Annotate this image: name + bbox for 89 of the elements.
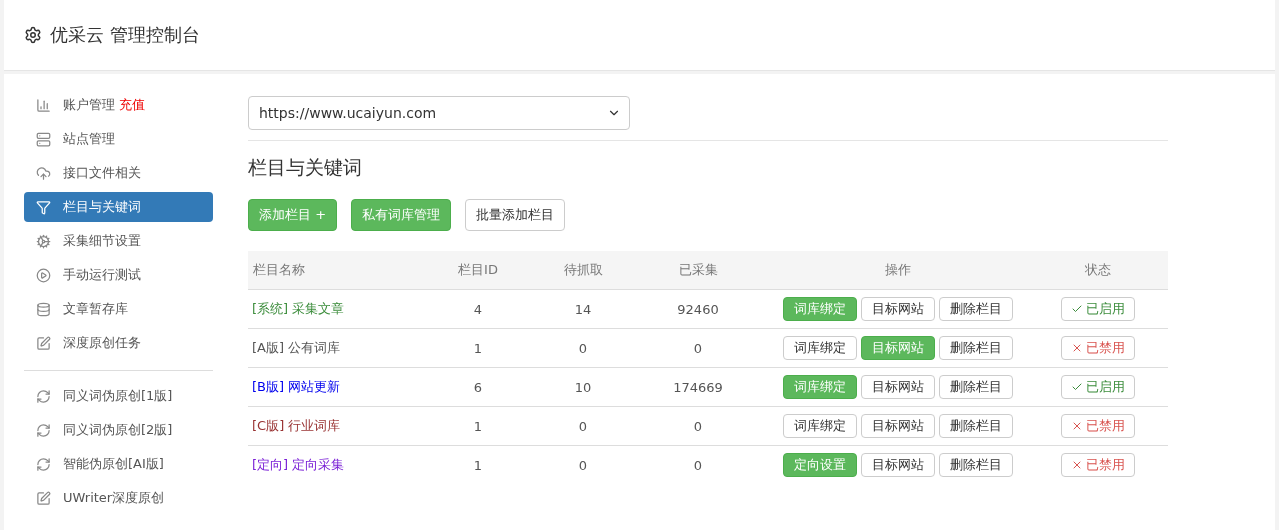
sidebar-item[interactable]: UWriter深度原创	[24, 483, 213, 513]
status-button[interactable]: 已禁用	[1061, 336, 1135, 360]
status-button[interactable]: 已禁用	[1061, 453, 1135, 477]
action-button[interactable]: 词库绑定	[783, 414, 857, 438]
column-header: 状态	[1028, 251, 1168, 289]
sidebar-item[interactable]: 账户管理 充值	[24, 90, 213, 120]
action-button[interactable]: 删除栏目	[939, 297, 1013, 321]
table-cell: 92460	[628, 289, 768, 328]
section-title: 栏目与关键词	[248, 155, 363, 180]
status-button[interactable]: 已启用	[1061, 297, 1135, 321]
table-cell: 0	[628, 445, 768, 484]
gear-icon	[36, 233, 51, 249]
edit-icon	[36, 335, 51, 351]
sidebar-label: 同义词伪原创[1版]	[63, 387, 173, 405]
column-header: 栏目名称	[248, 251, 418, 289]
column-link[interactable]: [定向] 定向采集	[252, 456, 345, 474]
sidebar-item[interactable]: 采集细节设置	[24, 226, 213, 256]
page-title: 优采云 管理控制台	[50, 23, 200, 47]
sidebar-item[interactable]: 同义词伪原创[1版]	[24, 381, 213, 411]
sidebar-label: UWriter深度原创	[63, 489, 165, 507]
server-icon	[36, 131, 51, 147]
sidebar-item[interactable]: 同义词伪原创[2版]	[24, 415, 213, 445]
table-cell: 0	[538, 406, 628, 445]
sidebar-item[interactable]: 文章暂存库	[24, 294, 213, 324]
edit-icon	[36, 490, 51, 506]
action-button[interactable]: 目标网站	[861, 297, 935, 321]
table-cell: 10	[538, 367, 628, 406]
status-button[interactable]: 已禁用	[1061, 414, 1135, 438]
cloud-upload-icon	[36, 165, 51, 181]
action-button[interactable]: 删除栏目	[939, 414, 1013, 438]
cross-icon	[1071, 342, 1083, 354]
table-cell: 0	[538, 328, 628, 367]
sidebar-label: 账户管理 充值	[63, 96, 145, 114]
table-cell: 4	[418, 289, 538, 328]
table-cell: 174669	[628, 367, 768, 406]
check-icon	[1071, 303, 1083, 315]
action-button[interactable]: 目标网站	[861, 414, 935, 438]
sidebar-label: 深度原创任务	[63, 334, 141, 352]
play-icon	[36, 267, 51, 283]
action-button[interactable]: 目标网站	[861, 375, 935, 399]
sidebar-item[interactable]: 栏目与关键词	[24, 192, 213, 222]
table-cell: 0	[538, 445, 628, 484]
chart-icon	[36, 97, 51, 113]
toolbar-button[interactable]: 批量添加栏目	[465, 199, 566, 231]
recharge-link[interactable]: 充值	[119, 97, 145, 112]
filter-icon	[36, 199, 51, 215]
sidebar-item[interactable]: 站点管理	[24, 124, 213, 154]
table-cell: 0	[628, 328, 768, 367]
table-cell: 6	[418, 367, 538, 406]
table-cell: 1	[418, 328, 538, 367]
table-cell: 14	[538, 289, 628, 328]
action-button[interactable]: 删除栏目	[939, 375, 1013, 399]
sidebar-item[interactable]: 智能伪原创[AI版]	[24, 449, 213, 479]
column-link[interactable]: [A版] 公有词库	[252, 339, 341, 357]
column-header: 待抓取	[538, 251, 628, 289]
sidebar-label: 文章暂存库	[63, 300, 128, 318]
table-cell: 1	[418, 445, 538, 484]
sidebar-label: 同义词伪原创[2版]	[63, 421, 173, 439]
sidebar-label: 站点管理	[63, 130, 115, 148]
cross-icon	[1071, 420, 1083, 432]
status-button[interactable]: 已启用	[1061, 375, 1135, 399]
sidebar-item[interactable]: 接口文件相关	[24, 158, 213, 188]
cross-icon	[1071, 459, 1083, 471]
action-button[interactable]: 删除栏目	[939, 453, 1013, 477]
settings-icon	[24, 26, 42, 44]
column-header: 操作	[768, 251, 1028, 289]
table-cell: 1	[418, 406, 538, 445]
sidebar-item[interactable]: 深度原创任务	[24, 328, 213, 358]
sidebar-label: 智能伪原创[AI版]	[63, 455, 164, 473]
column-link[interactable]: [B版] 网站更新	[252, 378, 341, 396]
action-button[interactable]: 词库绑定	[783, 336, 857, 360]
column-link[interactable]: [系统] 采集文章	[252, 300, 345, 318]
refresh-icon	[36, 456, 51, 472]
sidebar-item[interactable]: 手动运行测试	[24, 260, 213, 290]
action-button[interactable]: 删除栏目	[939, 336, 1013, 360]
sidebar-label: 手动运行测试	[63, 266, 141, 284]
column-header: 栏目ID	[418, 251, 538, 289]
table-cell: 0	[628, 406, 768, 445]
sidebar-label: 接口文件相关	[63, 164, 141, 182]
sidebar-label: 采集细节设置	[63, 232, 141, 250]
sidebar-label: 栏目与关键词	[63, 198, 141, 216]
check-icon	[1071, 381, 1083, 393]
refresh-icon	[36, 388, 51, 404]
site-select[interactable]: https://www.ucaiyun.com	[248, 96, 630, 130]
refresh-icon	[36, 422, 51, 438]
column-link[interactable]: [C版] 行业词库	[252, 417, 341, 435]
action-button[interactable]: 目标网站	[861, 453, 935, 477]
column-header: 已采集	[628, 251, 768, 289]
database-icon	[36, 301, 51, 317]
